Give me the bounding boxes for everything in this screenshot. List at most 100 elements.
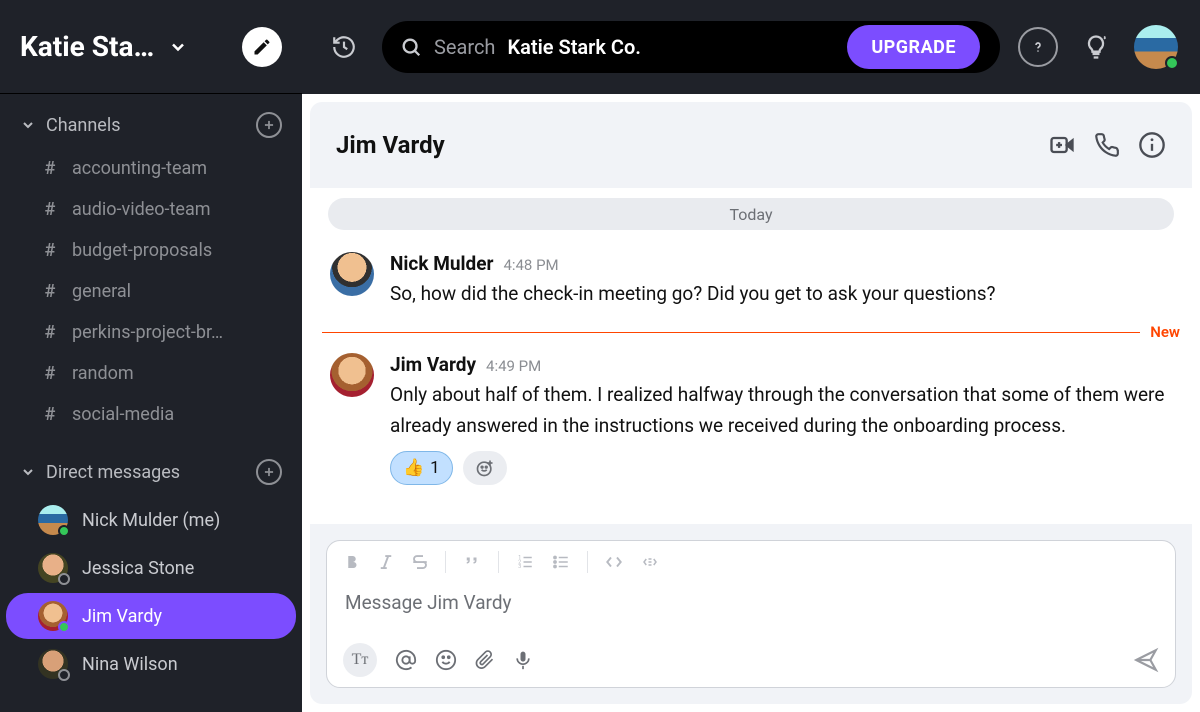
channel-label: general [72,281,131,302]
ordered-list-button[interactable]: 123 [515,553,535,571]
channel-label: social-media [72,404,174,425]
video-call-icon[interactable] [1048,131,1076,159]
channel-label: perkins-project-br… [72,322,223,343]
italic-button[interactable] [377,553,395,571]
dm-list: Nick Mulder (me) Jessica Stone Jim Vardy Ni… [0,495,302,695]
channels-label: Channels [46,115,246,136]
composer: 123 Message Jim Vardy Tᴛ [326,540,1176,688]
conversation-header: Jim Vardy [310,102,1192,188]
idea-icon[interactable] [1076,27,1116,67]
hash-icon: # [42,404,58,425]
chevron-down-icon [20,464,36,480]
sidebar-channel-item[interactable]: #random [0,353,302,394]
message-area[interactable]: Today Nick Mulder4:48 PMSo, how did the … [302,188,1200,524]
sidebar-channel-item[interactable]: #accounting-team [0,148,302,189]
channels-section-header[interactable]: Channels [0,94,302,148]
dm-section-header[interactable]: Direct messages [0,441,302,495]
sidebar-dm-item[interactable]: Jim Vardy [6,593,296,639]
dm-label: Nick Mulder (me) [82,510,220,531]
send-button[interactable] [1133,647,1159,673]
unordered-list-button[interactable] [551,553,571,571]
sidebar-channel-item[interactable]: # audio-video-team [0,189,302,230]
message: Nick Mulder4:48 PMSo, how did the check-… [322,244,1180,317]
message-author[interactable]: Nick Mulder [390,252,493,275]
message-time: 4:49 PM [486,357,541,375]
svg-text:3: 3 [518,564,521,570]
channel-list: #accounting-team#audio-video-team#budget… [0,148,302,441]
message-time: 4:48 PM [503,256,558,274]
dm-label: Jim Vardy [82,606,162,627]
avatar [38,505,68,535]
sidebar-channel-item[interactable]: # perkins-project-br… [0,312,302,353]
bold-button[interactable] [343,553,361,571]
message: Jim Vardy 4:49 PM Only about half of them.… [322,345,1180,493]
org-header[interactable]: Katie Sta… [0,0,302,94]
hash-icon: # [42,199,58,220]
hash-icon: # [42,158,58,179]
main: Search Katie Stark Co. UPGRADE Jim Vardy [302,0,1200,712]
search-target: Katie Stark Co. [507,35,641,59]
code-button[interactable] [604,553,624,571]
attach-button[interactable] [475,649,495,671]
upgrade-button[interactable]: UPGRADE [847,25,980,69]
sidebar-channel-item[interactable]: #budget-proposals [0,230,302,271]
strikethrough-button[interactable] [411,553,429,571]
history-icon[interactable] [324,27,364,67]
mention-button[interactable] [395,649,417,671]
reaction-count: 1 [430,458,440,478]
new-divider: New [322,323,1180,341]
add-channel-button[interactable] [256,112,282,138]
emoji-button[interactable] [435,649,457,671]
channel-label: audio-video-team [72,199,211,220]
search-input[interactable]: Search Katie Stark Co. UPGRADE [382,21,1000,73]
dm-label: Direct messages [46,462,246,483]
avatar[interactable] [330,252,374,296]
avatar [38,601,68,631]
user-avatar[interactable] [1134,25,1178,69]
search-label: Search [434,35,495,59]
reaction[interactable]: 👍1 [390,451,453,485]
mic-button[interactable] [513,649,533,671]
info-icon[interactable] [1138,131,1166,159]
hash-icon: # [42,281,58,302]
phone-call-icon[interactable] [1094,132,1120,158]
presence-indicator [1165,56,1179,70]
sidebar-dm-item[interactable]: Nick Mulder (me) [6,497,296,543]
hash-icon: # [42,322,58,343]
conversation-title: Jim Vardy [336,131,1030,159]
avatar [38,553,68,583]
presence-indicator [58,621,70,633]
quote-button[interactable] [462,553,482,571]
org-name: Katie Sta… [20,30,154,63]
composer-input[interactable]: Message Jim Vardy [327,583,1175,632]
topbar: Search Katie Stark Co. UPGRADE [302,0,1200,94]
message-text: Only about half of them. I realized half… [390,380,1172,441]
avatar[interactable] [330,353,374,397]
dm-label: Jessica Stone [82,558,194,579]
chevron-down-icon[interactable] [168,37,188,57]
presence-indicator [58,525,70,537]
message-author[interactable]: Jim Vardy [390,353,476,376]
presence-indicator [58,669,70,681]
search-icon [400,36,422,58]
add-reaction-button[interactable] [463,451,507,485]
add-dm-button[interactable] [256,459,282,485]
sidebar-channel-item[interactable]: # general [0,271,302,312]
composer-container: 123 Message Jim Vardy Tᴛ [310,524,1192,704]
sidebar-dm-item[interactable]: Jessica Stone [6,545,296,591]
formatting-toggle-button[interactable]: Tᴛ [343,643,377,677]
codeblock-button[interactable] [640,553,660,571]
compose-button[interactable] [242,27,282,67]
date-divider: Today [328,198,1174,230]
channel-label: budget-proposals [72,240,212,261]
sidebar-channel-item[interactable]: # social-media [0,394,302,435]
help-icon[interactable] [1018,27,1058,67]
sidebar: Katie Sta… Channels #accounting-team#aud… [0,0,302,712]
new-label: New [1140,323,1180,341]
avatar [38,649,68,679]
composer-actions: Tᴛ [327,632,1175,687]
format-toolbar: 123 [327,541,1175,583]
sidebar-dm-item[interactable]: Nina Wilson [6,641,296,687]
hash-icon: # [42,363,58,384]
dm-label: Nina Wilson [82,654,178,675]
